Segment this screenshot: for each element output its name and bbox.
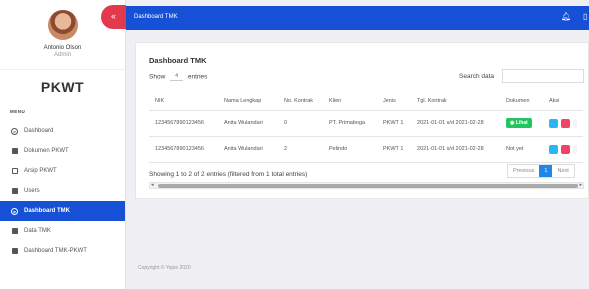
sidebar-item-dashboard-tmk[interactable]: ⌀ Dashboard TMK — [0, 201, 125, 221]
table-row: 1234567890123456 Anita Wulandari 2 Pelin… — [149, 136, 583, 163]
view-document-button[interactable]: ◉ Lihat — [506, 118, 532, 128]
show-label: Show — [149, 73, 166, 81]
footer-copyright: Copyright © Yopie 2020 — [138, 265, 191, 271]
search-input[interactable] — [502, 69, 584, 83]
scroll-right-icon[interactable]: ▸ — [579, 182, 582, 188]
bell-icon[interactable]: 🔔︎ — [561, 12, 571, 21]
sidebar-item-users[interactable]: Users — [0, 181, 125, 201]
users-icon — [11, 188, 18, 195]
cell-jenis: PKWT 1 — [377, 136, 411, 163]
cell-nama: Anita Wulandari — [218, 136, 278, 163]
sidebar-item-arsip-pkwt[interactable]: Arsip PKWT — [0, 161, 125, 181]
scroll-left-icon[interactable]: ◂ — [151, 182, 154, 188]
cell-nik: 1234567890123456 — [149, 136, 218, 163]
sidebar-toggle-button[interactable]: « — [101, 5, 126, 29]
view-document-label: Lihat — [515, 120, 528, 126]
column-header-nik[interactable]: NIK — [149, 92, 218, 111]
more-actions-button[interactable] — [573, 118, 577, 128]
entries-label: entries — [187, 73, 208, 81]
column-header-aksi: Aksi — [543, 92, 583, 111]
data-icon — [11, 228, 18, 235]
cell-dokumen: ◉ Lihat — [500, 110, 543, 137]
eye-icon: ◉ — [510, 120, 515, 126]
sidebar-item-label: Dashboard TMK-PKWT — [24, 248, 87, 254]
search-label: Search data — [459, 73, 495, 80]
pagination: Previous 1 Next — [507, 164, 575, 178]
document-icon — [11, 148, 18, 155]
next-page-button[interactable]: Next — [552, 165, 573, 177]
previous-page-button[interactable]: Previous — [508, 165, 539, 177]
scrollbar-thumb[interactable] — [158, 184, 578, 188]
data-table: NIK Nama Lengkap No. Kontrak Klien Jenis… — [149, 92, 583, 163]
more-actions-button[interactable] — [573, 144, 577, 154]
cell-tgl-kontrak: 2021-01-01 s/d 2021-02-28 — [411, 136, 500, 163]
cell-nik: 1234567890123456 — [149, 110, 218, 137]
edit-button[interactable] — [549, 118, 558, 128]
sidebar-item-label: Dokumen PKWT — [24, 148, 69, 154]
horizontal-scrollbar[interactable]: ◂ ▸ — [149, 182, 584, 189]
sidebar-item-label: Dashboard — [24, 128, 54, 134]
cell-aksi — [543, 110, 583, 137]
column-header-tgl-kontrak[interactable]: Tgl. Kontrak — [411, 92, 500, 111]
cell-no-kontrak: 2 — [278, 136, 323, 163]
dashboard-icon — [11, 248, 18, 255]
cell-dokumen: Not yet — [500, 136, 543, 163]
edit-button[interactable] — [549, 144, 558, 154]
table-row: 1234567890123456 Anita Wulandari 0 PT. P… — [149, 110, 583, 137]
cell-no-kontrak: 0 — [278, 110, 323, 137]
dashboard-icon: ⌀ — [11, 127, 18, 135]
topbar: Dashboard TMK 🔔︎ ▯ — [126, 6, 589, 30]
cell-aksi — [543, 136, 583, 163]
card-title: Dashboard TMK — [149, 56, 207, 65]
sidebar: Antonio Olson Admin PKWT MENU ⌀ Dashboar… — [0, 0, 126, 289]
sidebar-menu: ⌀ Dashboard Dokumen PKWT Arsip PKWT User… — [0, 121, 125, 261]
sidebar-item-label: Users — [24, 188, 40, 194]
page-button-current[interactable]: 1 — [539, 165, 553, 177]
archive-icon — [11, 168, 18, 175]
entries-select[interactable]: 4 — [170, 73, 184, 81]
cell-tgl-kontrak: 2021-01-01 s/d 2021-02-28 — [411, 110, 500, 137]
column-header-dokumen[interactable]: Dokumen — [500, 92, 543, 111]
column-header-nama[interactable]: Nama Lengkap — [218, 92, 278, 111]
sidebar-item-data-tmk[interactable]: Data TMK — [0, 221, 125, 241]
column-header-no-kontrak[interactable]: No. Kontrak — [278, 92, 323, 111]
menu-heading: MENU — [10, 109, 26, 114]
sidebar-item-label: Arsip PKWT — [24, 168, 57, 174]
cell-nama: Anita Wulandari — [218, 110, 278, 137]
profile-role: Admin — [53, 52, 71, 58]
table-header-row: NIK Nama Lengkap No. Kontrak Klien Jenis… — [149, 92, 583, 111]
delete-button[interactable] — [561, 144, 570, 154]
cell-klien: Pelindo — [323, 136, 377, 163]
delete-button[interactable] — [561, 118, 570, 128]
cell-jenis: PKWT 1 — [377, 110, 411, 137]
brand-title: PKWT — [40, 79, 85, 95]
sidebar-item-dashboard-tmk-pkwt[interactable]: Dashboard TMK-PKWT — [0, 241, 125, 261]
table-info: Showing 1 to 2 of 2 entries (filtered fr… — [149, 171, 308, 178]
column-header-jenis[interactable]: Jenis — [377, 92, 411, 111]
more-icon[interactable]: ▯ — [583, 12, 587, 21]
column-header-klien[interactable]: Klien — [323, 92, 377, 111]
sidebar-item-dokumen-pkwt[interactable]: Dokumen PKWT — [0, 141, 125, 161]
sidebar-item-label: Data TMK — [24, 228, 51, 234]
sidebar-item-label: Dashboard TMK — [24, 208, 71, 214]
cell-klien: PT. Primaboga — [323, 110, 377, 137]
sidebar-item-dashboard[interactable]: ⌀ Dashboard — [0, 121, 125, 141]
profile-name: Antonio Olson — [43, 45, 82, 51]
entries-length-control: Show 4 entries — [149, 73, 207, 81]
topbar-title: Dashboard TMK — [134, 14, 178, 20]
dashboard-icon: ⌀ — [11, 207, 18, 215]
avatar[interactable] — [47, 10, 78, 40]
dashboard-card: Dashboard TMK Show 4 entries Search data… — [135, 42, 589, 199]
